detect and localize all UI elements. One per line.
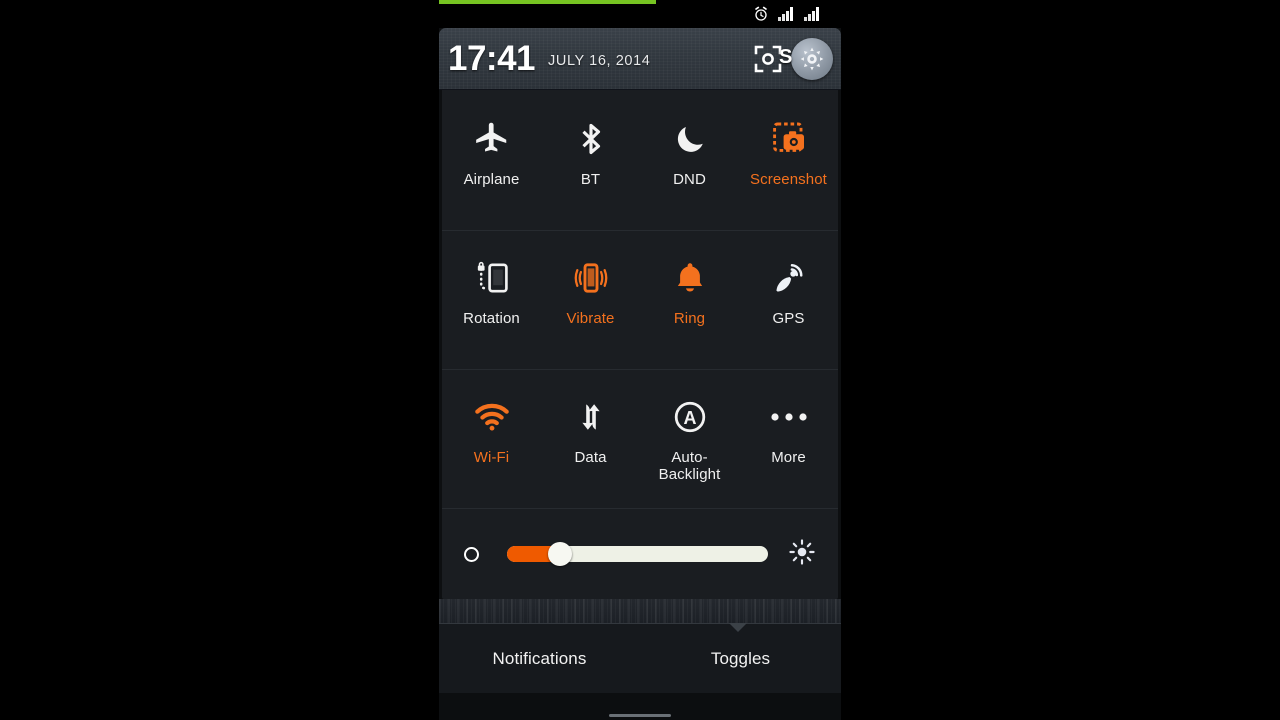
toggle-more[interactable]: More — [739, 370, 838, 508]
toggle-gps[interactable]: GPS — [739, 231, 838, 369]
toggle-label: Ring — [673, 310, 706, 327]
status-bar-carrier: T-Mobile HR | T-Mobile HR — [445, 7, 636, 24]
toggle-row: Airplane BT DND Screenshot — [442, 92, 838, 231]
vibrate-icon — [573, 255, 609, 301]
toggle-label: Auto- Backlight — [658, 449, 721, 483]
toggle-row: Rotation Vibrate Ring GPS — [442, 231, 838, 370]
toggle-label: Screenshot — [750, 171, 827, 188]
toggle-rotation[interactable]: Rotation — [442, 231, 541, 369]
panel-header: 17:41 JULY 16, 2014 S — [439, 28, 841, 90]
toggle-data[interactable]: Data — [541, 370, 640, 508]
panel-texture-strip — [439, 599, 841, 623]
toggle-area: Airplane BT DND Screenshot Rotation Vibr… — [442, 90, 838, 599]
toggle-label: Wi-Fi — [473, 449, 510, 466]
auto-brightness-circle-icon[interactable] — [464, 546, 479, 562]
auto-brightness-a-icon: A — [672, 394, 708, 440]
toggle-dnd[interactable]: DND — [640, 92, 739, 230]
toggle-wifi[interactable]: Wi-Fi — [442, 370, 541, 508]
toggle-ring[interactable]: Ring — [640, 231, 739, 369]
selected-tab-caret-icon — [729, 623, 748, 632]
tab-toggles[interactable]: Toggles — [640, 649, 841, 669]
data-sync-arrows-icon — [573, 394, 609, 440]
settings-gear-icon[interactable]: S — [779, 37, 833, 80]
alarm-clock-icon — [753, 6, 769, 27]
header-actions: S — [753, 37, 833, 80]
bluetooth-icon — [573, 116, 609, 162]
panel-drag-handle[interactable] — [609, 713, 671, 717]
svg-text:A: A — [683, 408, 696, 428]
clock-time: 17:41 — [448, 39, 536, 78]
signal-bars-sim2-icon — [804, 6, 821, 26]
status-bar-icons — [753, 6, 837, 27]
brightness-slider-thumb[interactable] — [547, 542, 572, 566]
panel-drag-area[interactable] — [439, 693, 841, 720]
more-dots-icon — [770, 394, 808, 440]
rotation-lock-icon — [474, 255, 510, 301]
moon-icon — [672, 116, 708, 162]
toggle-bt[interactable]: BT — [541, 92, 640, 230]
toggle-airplane[interactable]: Airplane — [442, 92, 541, 230]
clock-date: JULY 16, 2014 — [548, 53, 651, 69]
screenshot-camera-icon — [771, 116, 807, 162]
toggle-label: Rotation — [463, 310, 520, 327]
toggle-label: More — [771, 449, 806, 466]
toggle-vibrate[interactable]: Vibrate — [541, 231, 640, 369]
phone-screen: T-Mobile HR | T-Mobile HR 17:41 JULY 16,… — [0, 0, 1280, 720]
signal-bars-sim1-icon — [778, 6, 795, 26]
brightness-row — [442, 509, 838, 599]
toggle-label: GPS — [772, 310, 805, 327]
airplane-icon — [473, 116, 511, 162]
toggle-label: Data — [574, 449, 607, 466]
toggle-row: Wi-Fi Data A Auto- Backlight More — [442, 370, 838, 509]
screenshot-capture-icon[interactable] — [753, 44, 783, 74]
brightness-slider[interactable] — [507, 542, 768, 566]
toggle-screenshot[interactable]: Screenshot — [739, 92, 838, 230]
toggle-auto-backlight[interactable]: A Auto- Backlight — [640, 370, 739, 508]
status-bar: T-Mobile HR | T-Mobile HR — [439, 4, 841, 28]
tab-notifications[interactable]: Notifications — [439, 649, 640, 669]
satellite-dish-icon — [771, 255, 807, 301]
toggle-label: DND — [673, 171, 706, 188]
brightness-sun-icon[interactable] — [788, 538, 816, 571]
bell-icon — [672, 255, 708, 301]
toggle-label: Airplane — [463, 171, 520, 188]
wifi-icon — [473, 394, 511, 440]
panel-tab-bar: Notifications Toggles — [439, 623, 841, 693]
notification-panel: 17:41 JULY 16, 2014 S Airplane BT DND Sc… — [439, 28, 841, 720]
toggle-label: Vibrate — [566, 310, 615, 327]
toggle-label: BT — [580, 171, 601, 188]
